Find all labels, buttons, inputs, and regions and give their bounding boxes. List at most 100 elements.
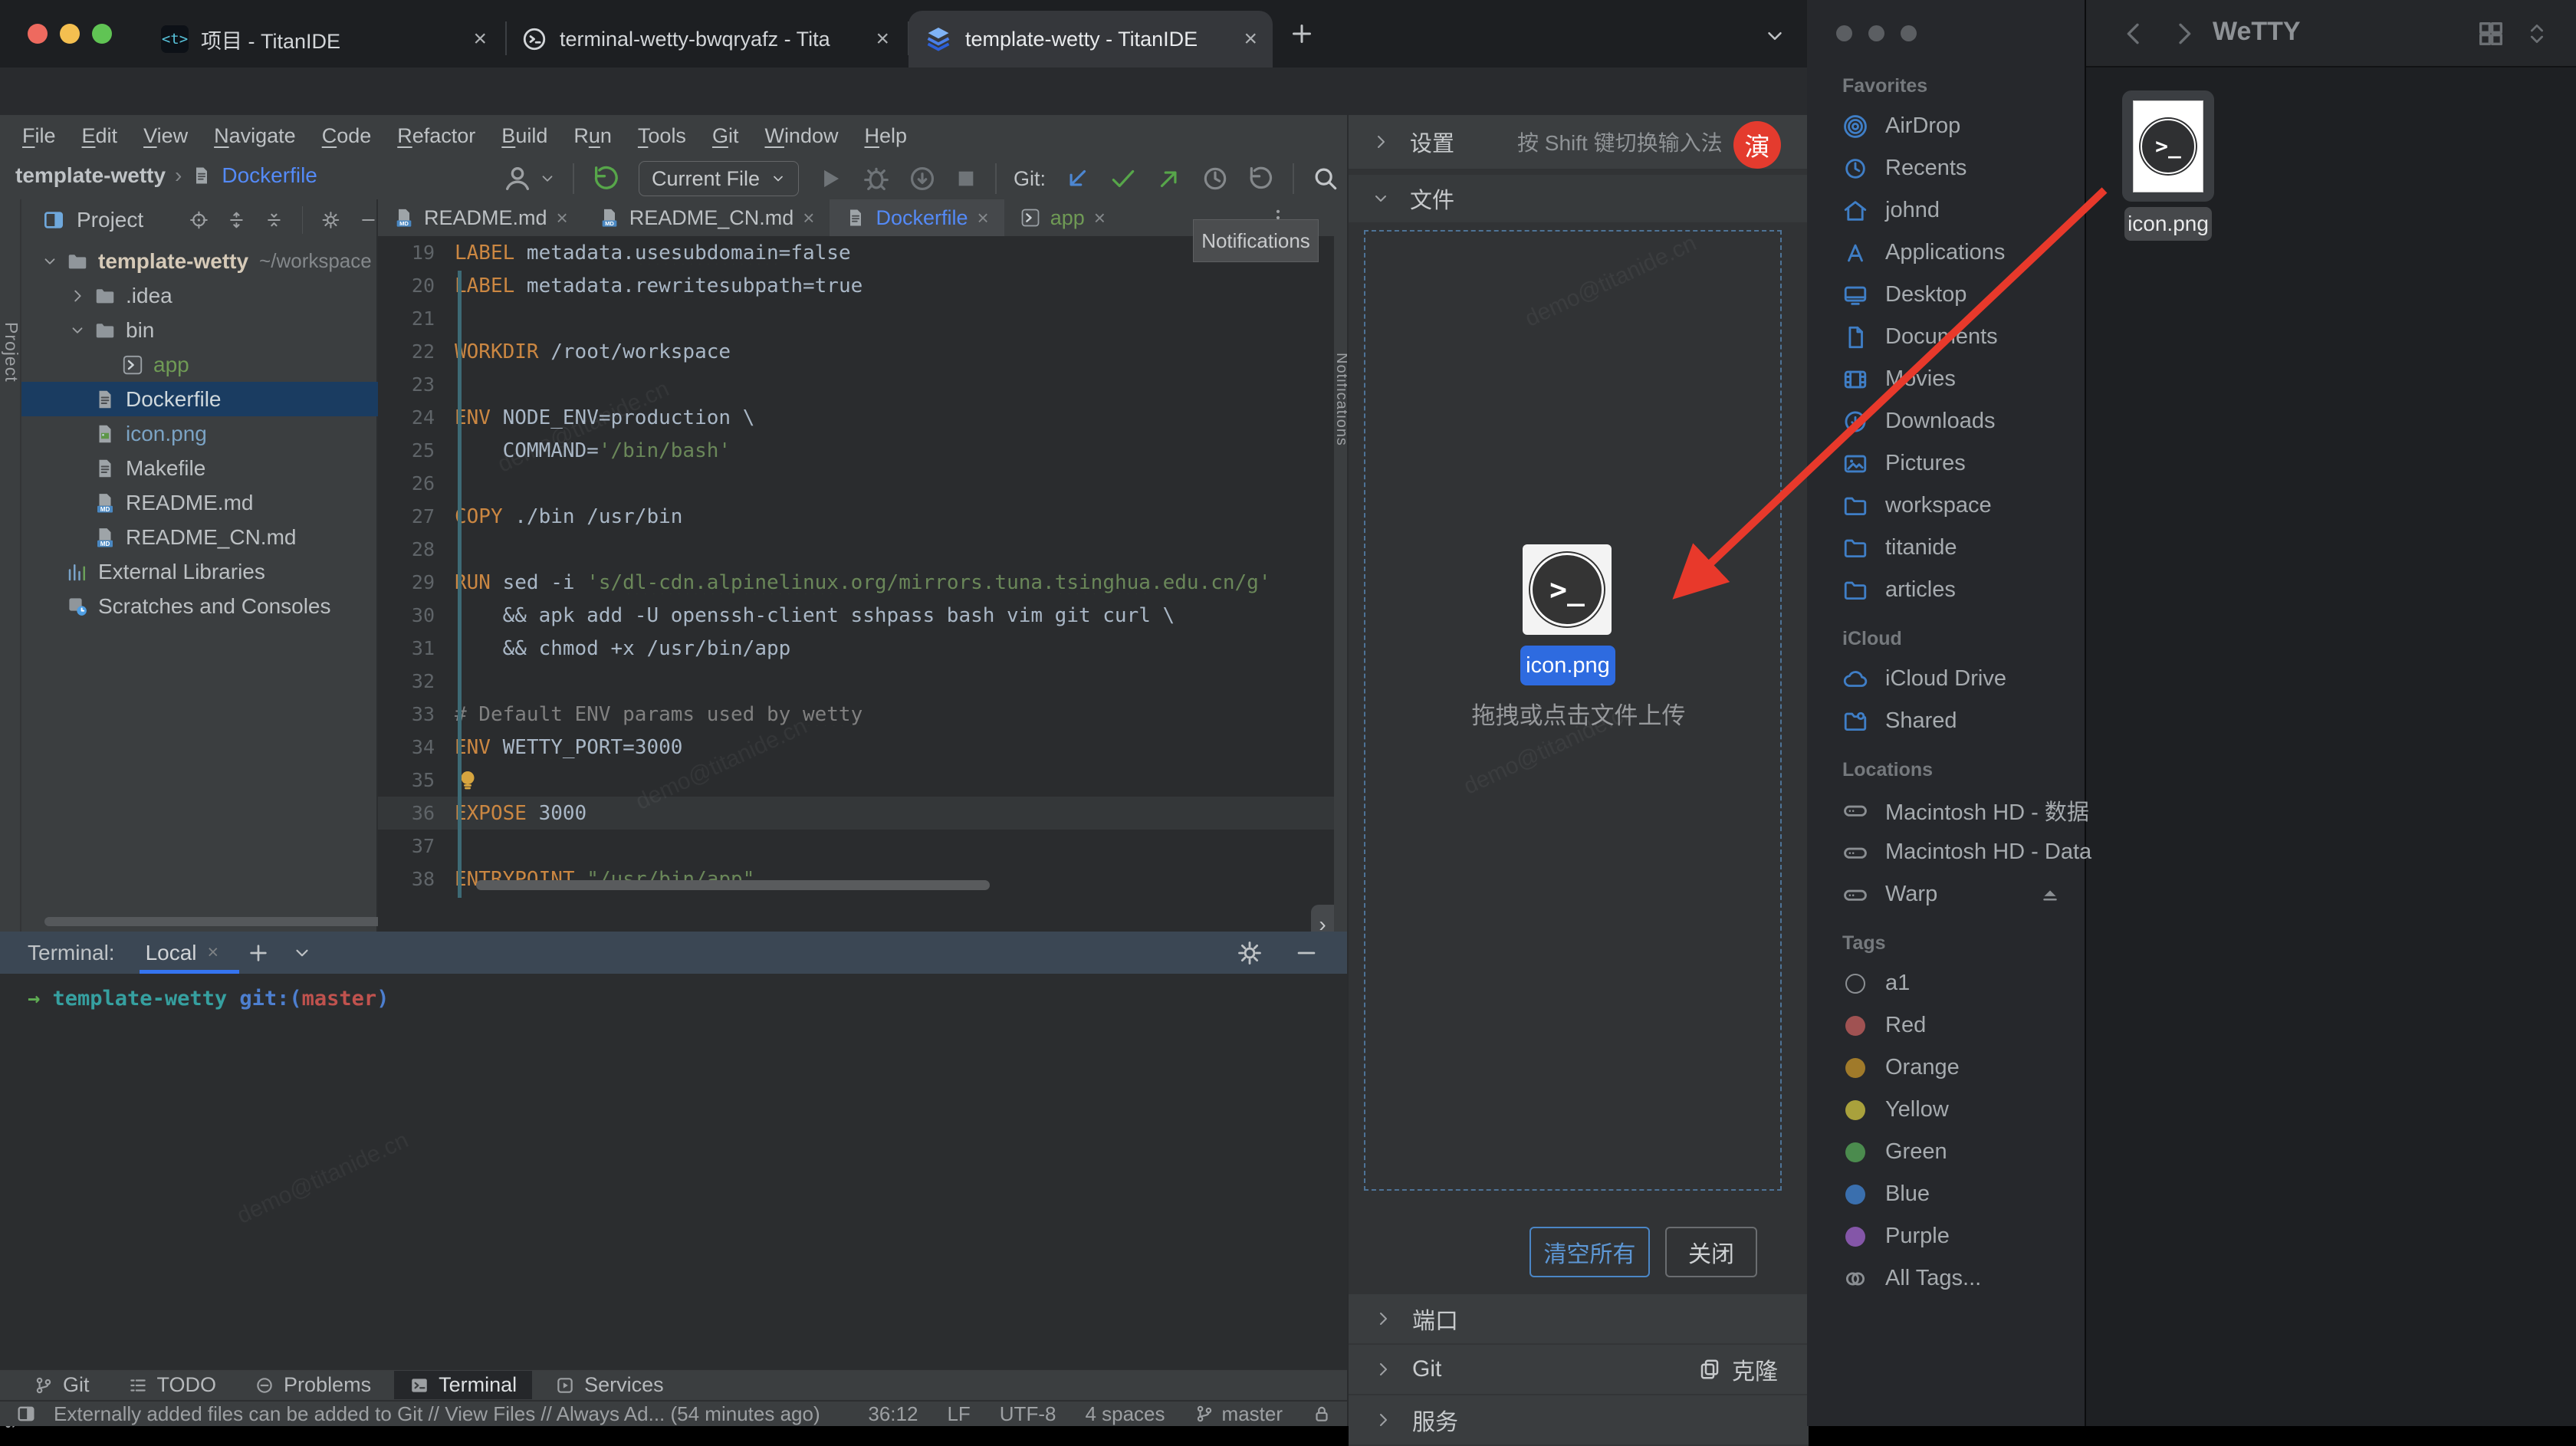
toolwindow-services[interactable]: Services [540, 1371, 679, 1399]
code-line-36[interactable]: 36EXPOSE 3000 [378, 797, 1334, 830]
line-number[interactable]: 22 [378, 340, 455, 363]
menu-refactor[interactable]: Refactor [384, 124, 488, 148]
menu-file[interactable]: File [9, 124, 69, 148]
git-update-icon[interactable] [1063, 164, 1092, 193]
file-encoding[interactable]: UTF-8 [1000, 1402, 1056, 1426]
code-line-29[interactable]: 29RUN sed -i 's/dl-cdn.alpinelinux.org/m… [378, 566, 1334, 599]
project-panel-title[interactable]: Project [77, 208, 143, 232]
user-icon[interactable] [502, 163, 533, 194]
menu-help[interactable]: Help [851, 124, 920, 148]
terminal-tab-close-icon[interactable]: × [208, 942, 219, 964]
line-number[interactable]: 21 [378, 307, 455, 330]
demo-badge[interactable]: 演 [1733, 121, 1781, 169]
line-number[interactable]: 19 [378, 242, 455, 264]
new-terminal-icon[interactable] [246, 941, 271, 965]
browser-tab-1[interactable]: terminal-wetty-bwqryafz - Tita× [506, 11, 905, 67]
code-line-28[interactable]: 28 [378, 533, 1334, 566]
view-grid-icon[interactable] [2476, 18, 2506, 49]
sidebar-item-iCloud Drive[interactable]: iCloud Drive [1807, 658, 2085, 700]
line-number[interactable]: 20 [378, 274, 455, 297]
stop-icon[interactable] [954, 166, 978, 191]
editor-tab-README_CN.md[interactable]: MDREADME_CN.md× [583, 199, 830, 236]
code-line-34[interactable]: 34ENV WETTY_PORT=3000 [378, 731, 1334, 764]
line-number[interactable]: 37 [378, 835, 455, 857]
code-line-21[interactable]: 21 [378, 302, 1334, 335]
line-number[interactable]: 30 [378, 604, 455, 626]
menu-build[interactable]: Build [488, 124, 560, 148]
git-commit-icon[interactable] [1109, 164, 1138, 193]
breadcrumb-file[interactable]: Dockerfile [222, 163, 317, 188]
code-line-39[interactable]: 39 [378, 896, 1334, 903]
chevron-right-icon[interactable] [69, 288, 86, 304]
stripe-project-tab[interactable]: Project [1, 322, 21, 383]
line-number[interactable]: 36 [378, 802, 455, 824]
editor-hscrollbar[interactable] [476, 880, 990, 890]
rollback-icon[interactable] [591, 163, 622, 194]
section-0[interactable]: 端口 [1349, 1294, 1809, 1345]
line-number[interactable]: 26 [378, 472, 455, 495]
files-section-header[interactable]: 文件 [1349, 175, 1809, 222]
sidebar-item-Applications[interactable]: Applications [1807, 232, 2085, 274]
git-clone-button[interactable]: 克隆 [1698, 1352, 1778, 1386]
view-chevron-updown-icon[interactable] [2525, 21, 2549, 46]
sidebar-item-Macintosh HD - 数据[interactable]: Macintosh HD - 数据 [1807, 789, 2085, 831]
tab-close-icon[interactable]: × [1244, 26, 1257, 52]
project-hscrollbar[interactable] [44, 917, 382, 926]
profiler-icon[interactable] [908, 164, 937, 193]
toolwindow-git[interactable]: Git [18, 1371, 105, 1399]
tree-item-README.md[interactable]: MDREADME.md [21, 485, 378, 520]
code-line-26[interactable]: 26 [378, 467, 1334, 500]
terminal-hide-icon[interactable] [1293, 940, 1319, 966]
line-number[interactable]: 27 [378, 505, 455, 527]
sidebar-item-Movies[interactable]: Movies [1807, 358, 2085, 400]
menu-code[interactable]: Code [309, 124, 385, 148]
line-number[interactable]: 32 [378, 670, 455, 692]
line-number[interactable]: 35 [378, 769, 455, 791]
window-close-button[interactable] [28, 24, 48, 44]
sidebar-item-Green[interactable]: Green [1807, 1131, 2085, 1173]
toolwindow-terminal[interactable]: Terminal [394, 1371, 532, 1399]
tree-item-Makefile[interactable]: Makefile [21, 451, 378, 485]
sidebar-item-Yellow[interactable]: Yellow [1807, 1089, 2085, 1131]
sidebar-item-Downloads[interactable]: Downloads [1807, 400, 2085, 442]
breadcrumb[interactable]: template-wetty › Dockerfile [15, 163, 317, 188]
code-line-22[interactable]: 22WORKDIR /root/workspace [378, 335, 1334, 368]
gear-icon[interactable] [321, 208, 340, 232]
code-line-31[interactable]: 31 && chmod +x /usr/bin/app [378, 632, 1334, 665]
code-line-19[interactable]: 19LABEL metadata.usesubdomain=false [378, 236, 1334, 269]
new-tab-button[interactable] [1288, 20, 1316, 48]
sidebar-item-Blue[interactable]: Blue [1807, 1173, 2085, 1215]
terminal-settings-icon[interactable] [1237, 940, 1263, 966]
code-line-33[interactable]: 33# Default ENV params used by wetty [378, 698, 1334, 731]
finder-minimize-button[interactable] [1868, 25, 1884, 41]
finder-forward-icon[interactable] [2169, 18, 2200, 49]
file-tile-selection[interactable]: >_ [2122, 90, 2214, 202]
line-number[interactable]: 34 [378, 736, 455, 758]
tree-item-.idea[interactable]: .idea [21, 278, 378, 313]
expand-all-icon[interactable] [227, 208, 246, 232]
sidebar-item-Recents[interactable]: Recents [1807, 147, 2085, 189]
file-name-label[interactable]: icon.png [2124, 207, 2212, 241]
collapse-all-icon[interactable] [264, 208, 284, 232]
sidebar-item-articles[interactable]: articles [1807, 569, 2085, 611]
chevron-down-icon[interactable] [69, 322, 86, 339]
sidebar-item-Documents[interactable]: Documents [1807, 316, 2085, 358]
browser-tab-0[interactable]: <t>项目 - TitanIDE× [146, 11, 502, 67]
code-line-25[interactable]: 25 COMMAND='/bin/bash' [378, 434, 1334, 467]
run-config-select[interactable]: Current File [639, 161, 799, 196]
menu-git[interactable]: Git [699, 124, 752, 148]
undo-icon[interactable] [1247, 164, 1276, 193]
history-icon[interactable] [1201, 164, 1230, 193]
code-editor[interactable]: 19LABEL metadata.usesubdomain=false20LAB… [378, 236, 1334, 903]
line-number[interactable]: 31 [378, 637, 455, 659]
code-line-32[interactable]: 32 [378, 665, 1334, 698]
toolwindow-todo[interactable]: TODO [113, 1371, 232, 1399]
status-window-icon[interactable] [15, 1403, 37, 1425]
sidebar-item-Red[interactable]: Red [1807, 1004, 2085, 1047]
sidebar-item-All Tags...[interactable]: All Tags... [1807, 1257, 2085, 1300]
code-line-24[interactable]: 24ENV NODE_ENV=production \ [378, 401, 1334, 434]
debug-icon[interactable] [862, 164, 891, 193]
run-icon[interactable] [816, 164, 845, 193]
line-separator[interactable]: LF [947, 1402, 970, 1426]
line-number[interactable]: 25 [378, 439, 455, 462]
